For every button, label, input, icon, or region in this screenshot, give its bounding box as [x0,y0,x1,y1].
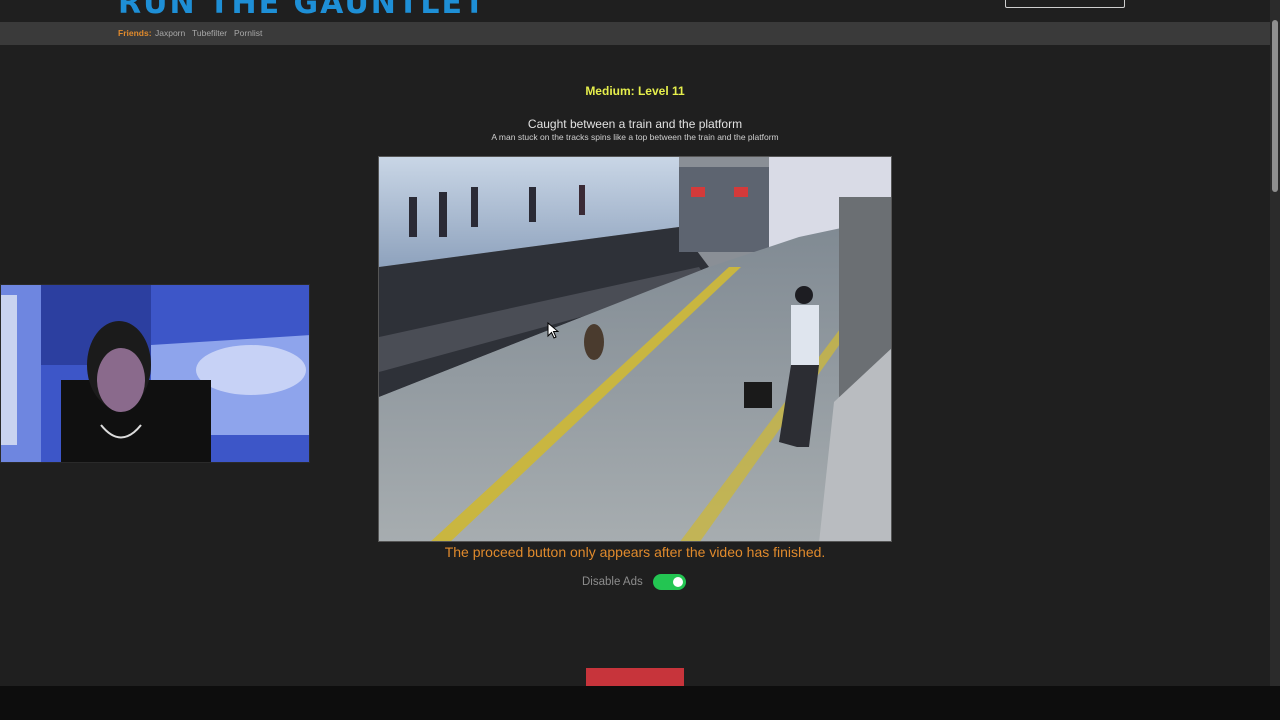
site-logo[interactable]: RUN THE GAUNTLET [118,0,486,21]
bottom-strip [0,686,1280,720]
page: RUN THE GAUNTLET Friends: Jaxporn Tubefi… [0,0,1280,720]
proceed-notice: The proceed button only appears after th… [444,544,826,560]
video-description: A man stuck on the tracks spins like a t… [491,132,779,142]
search-input[interactable] [1005,0,1125,8]
video-title: Caught between a train and the platform [527,117,743,131]
scrollbar-thumb[interactable] [1272,20,1278,192]
disable-ads-label: Disable Ads [582,576,643,588]
friends-label: Friends: [118,28,152,38]
top-header: RUN THE GAUNTLET [0,0,1270,22]
friend-link-pornlist[interactable]: Pornlist [234,22,262,45]
webcam-overlay [0,284,310,463]
friend-link-jaxporn[interactable]: Jaxporn [155,22,185,45]
action-button[interactable] [586,668,684,686]
disable-ads-toggle[interactable] [652,574,686,590]
video-player[interactable] [378,156,892,542]
webcam-feed-image [1,285,309,462]
disable-ads-row: Disable Ads [582,573,686,591]
mouse-cursor-icon [547,322,559,339]
friend-link-tubefilter[interactable]: Tubefilter [192,22,227,45]
toggle-knob [672,577,683,587]
level-title: Medium: Level 11 [585,84,685,98]
friends-nav: Friends: Jaxporn Tubefilter Pornlist [0,22,1270,45]
video-frame-image [379,157,891,541]
vertical-scrollbar[interactable] [1270,0,1280,686]
